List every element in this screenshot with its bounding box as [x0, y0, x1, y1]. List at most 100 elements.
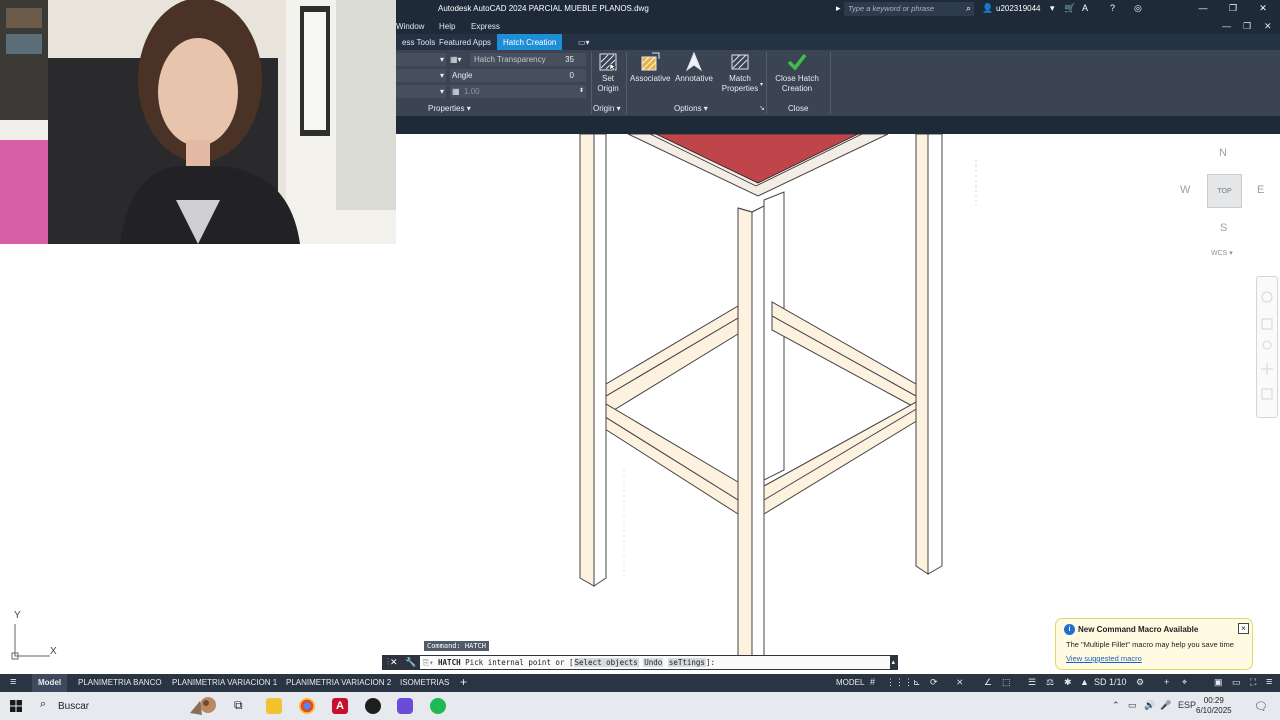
wcs-menu[interactable]: WCS ▾ — [1211, 249, 1233, 257]
microphone-icon[interactable]: 🎤 — [1160, 700, 1171, 711]
chat-icon[interactable]: ◎ — [1134, 3, 1142, 14]
match-properties-button[interactable]: Match Properties — [720, 52, 760, 94]
volume-icon[interactable]: 🔊 — [1144, 700, 1155, 711]
close-button[interactable]: ✕ — [1256, 3, 1270, 14]
tab-isometrias[interactable]: ISOMETRIAS — [394, 674, 455, 692]
polar-icon[interactable]: ⟳ — [930, 677, 938, 688]
ribbon-toggle-icon[interactable]: ▭▾ — [572, 34, 596, 50]
view-suggested-macro-link[interactable]: View suggested macro — [1066, 654, 1142, 663]
hatch-color-dropdown[interactable]: ▾ — [396, 69, 446, 82]
navigation-bar[interactable] — [1256, 276, 1278, 418]
hamburger-icon[interactable]: ≡ — [10, 676, 16, 688]
plus-icon[interactable]: + — [1164, 677, 1169, 687]
tab-model[interactable]: Model — [32, 674, 68, 692]
viewcube-top[interactable]: TOP — [1207, 174, 1242, 208]
compass-east[interactable]: E — [1257, 184, 1264, 196]
network-icon[interactable]: ▭ — [1128, 700, 1137, 711]
maximize-button[interactable]: ❐ — [1226, 3, 1240, 14]
snap-icon[interactable]: ⋮⋮⋮ — [886, 677, 913, 688]
menu-express[interactable]: Express — [471, 22, 500, 31]
grid-icon[interactable]: # — [870, 677, 875, 687]
spotify-icon[interactable] — [430, 698, 446, 714]
windows-start-icon[interactable] — [10, 700, 22, 712]
gear-icon[interactable]: ⚙ — [1136, 677, 1144, 688]
annotative-icon[interactable]: ▲ — [1080, 677, 1089, 687]
option-settings[interactable]: seTtings — [667, 658, 706, 667]
hardware-acceleration-icon[interactable]: ▣ — [1214, 677, 1223, 688]
ortho-icon[interactable]: ⊾ — [913, 677, 921, 688]
lineweight-icon[interactable]: ∠ — [984, 677, 992, 688]
tab-planimetria-variacion-1[interactable]: PLANIMETRIA VARIACION 1 — [166, 674, 283, 692]
taskbar-search[interactable]: Buscar — [58, 701, 89, 712]
autocad-icon[interactable]: A — [332, 698, 348, 714]
chrome-icon[interactable] — [299, 698, 315, 714]
minimize-button[interactable]: — — [1196, 3, 1210, 13]
notification-close-button[interactable]: × — [1238, 623, 1249, 634]
model-space-toggle[interactable]: MODEL — [830, 674, 870, 692]
background-color-dropdown[interactable]: ▾ — [396, 85, 446, 98]
compass-west[interactable]: W — [1180, 184, 1190, 196]
set-origin-button[interactable]: Set Origin — [594, 52, 622, 94]
annotative-button[interactable]: Annotative — [672, 52, 716, 84]
chevron-down-icon[interactable]: ▾ — [760, 81, 763, 88]
search-icon[interactable]: ⌕ — [40, 698, 46, 711]
menu-window[interactable]: Window — [396, 22, 424, 31]
taskbar-clock[interactable]: 00:29 6/10/2025 — [1196, 696, 1232, 716]
notifications-icon[interactable]: 🗨 — [1254, 700, 1268, 713]
angle-field[interactable]: Angle 0 — [450, 69, 586, 82]
user-icon[interactable]: 👤 — [982, 3, 993, 14]
doc-close-button[interactable]: ✕ — [1264, 21, 1272, 32]
dialog-launcher-icon[interactable]: ↘ — [759, 104, 765, 112]
tab-featured-apps[interactable]: Featured Apps — [433, 34, 497, 50]
scale-field[interactable]: ▦ 1.00 ⬍ — [450, 85, 586, 98]
selection-cycling-icon[interactable]: ⬚ — [1002, 677, 1011, 688]
clean-screen-icon[interactable]: ▭ — [1232, 677, 1241, 688]
annotation-scale-value[interactable]: SD 1/10 — [1094, 677, 1127, 687]
hatch-transparency-field[interactable]: Hatch Transparency 35 — [470, 53, 586, 66]
tray-expand-icon[interactable]: ⌃ — [1112, 700, 1120, 711]
a360-icon[interactable]: A — [1082, 3, 1088, 13]
search-icon[interactable]: ⌕ — [966, 3, 971, 14]
isolate-icon[interactable]: ⌖ — [1182, 677, 1187, 688]
annotation-scale-icon[interactable]: ⚖ — [1046, 677, 1054, 688]
command-input[interactable]: ⎘▾ HATCH Pick internal point or [Select … — [420, 656, 890, 669]
autoscale-icon[interactable]: ✱ — [1064, 677, 1072, 688]
help-icon[interactable]: ? — [1110, 3, 1115, 13]
compass-north[interactable]: N — [1219, 147, 1227, 159]
option-undo[interactable]: Undo — [643, 658, 664, 667]
origin-panel-label[interactable]: Origin ▾ — [593, 104, 621, 113]
compass-south[interactable]: S — [1220, 222, 1227, 234]
tab-planimetria-variacion-2[interactable]: PLANIMETRIA VARIACION 2 — [280, 674, 397, 692]
recent-commands-icon[interactable]: ⎘▾ — [423, 658, 434, 667]
chevron-right-icon[interactable]: ▸ — [836, 3, 841, 14]
user-name[interactable]: u202319044 — [996, 4, 1041, 13]
option-select-objects[interactable]: Select objects — [573, 658, 639, 667]
customize-icon[interactable]: ≡ — [1266, 676, 1272, 688]
fullscreen-icon[interactable]: ⛶ — [1250, 677, 1256, 688]
cart-icon[interactable]: 🛒 — [1064, 3, 1075, 14]
tab-hatch-creation[interactable]: Hatch Creation — [497, 34, 563, 50]
chevron-down-icon[interactable]: ▾ — [1050, 3, 1055, 14]
task-view-icon[interactable]: ⧉ — [234, 698, 243, 713]
doc-restore-button[interactable]: ❐ — [1243, 21, 1251, 32]
tab-planimetria-banco[interactable]: PLANIMETRIA BANCO — [72, 674, 168, 692]
expand-history-icon[interactable]: ▴ — [891, 658, 895, 666]
wrench-icon[interactable]: 🔧 — [405, 657, 416, 668]
doc-minimize-button[interactable]: — — [1222, 21, 1231, 31]
spinner-icon[interactable]: ⬍ — [579, 87, 584, 94]
menu-help[interactable]: Help — [439, 22, 455, 31]
obs-icon[interactable] — [365, 698, 381, 714]
add-layout-icon[interactable]: + — [460, 675, 467, 689]
options-panel-label[interactable]: Options ▾ — [674, 104, 708, 113]
associative-button[interactable]: Associative — [630, 52, 670, 84]
file-explorer-icon[interactable] — [266, 698, 282, 714]
hatch-type-dropdown[interactable]: ▾ — [396, 53, 446, 66]
close-icon[interactable]: ✕ — [390, 657, 398, 668]
osnap-icon[interactable]: ⨯ — [956, 677, 964, 688]
drawing-canvas[interactable] — [396, 133, 1280, 674]
annotation-visibility-icon[interactable]: ☰ — [1028, 677, 1036, 688]
search-input[interactable]: Type a keyword or phrase — [844, 2, 974, 16]
language-indicator[interactable]: ESP — [1178, 700, 1196, 710]
close-hatch-creation-button[interactable]: Close Hatch Creation — [768, 52, 826, 94]
discord-icon[interactable] — [397, 698, 413, 714]
